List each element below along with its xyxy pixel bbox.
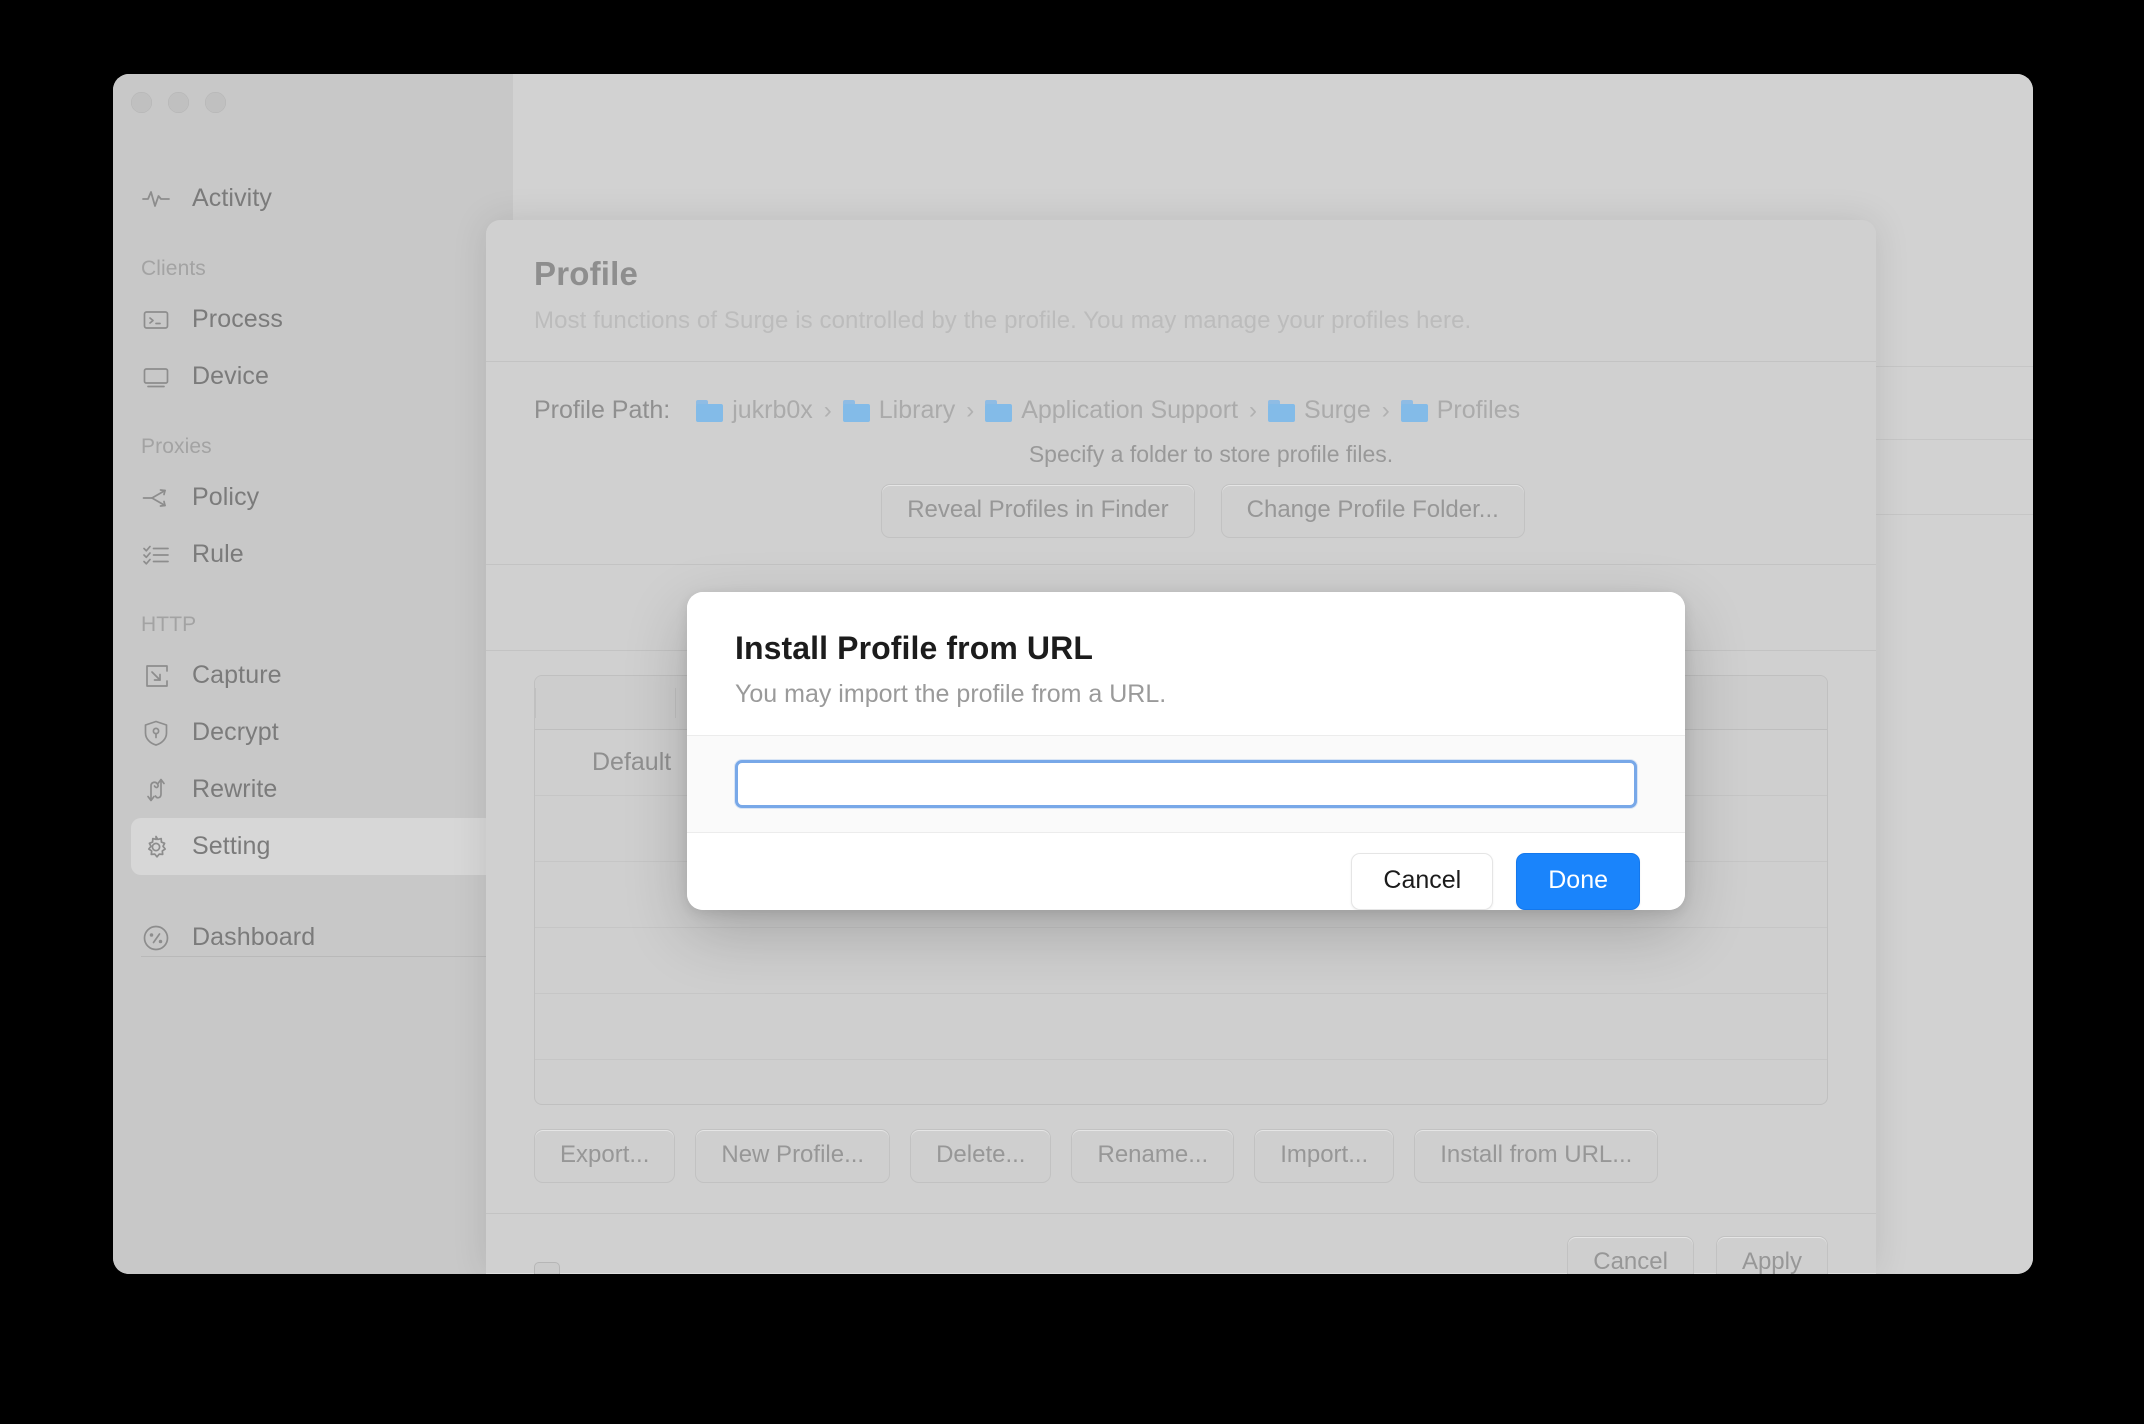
table-row[interactable]	[535, 1060, 1827, 1104]
breadcrumb[interactable]: jukrb0x › Library › Application Support …	[696, 396, 1520, 425]
branch-arrows-icon	[141, 483, 171, 513]
breadcrumb-item[interactable]: Surge	[1268, 396, 1371, 425]
sidebar-item-label: Activity	[192, 184, 272, 212]
section-divider	[486, 564, 1876, 565]
gear-icon	[141, 832, 171, 862]
install-from-url-button[interactable]: Install from URL...	[1414, 1129, 1659, 1183]
dialog-title: Install Profile from URL	[735, 630, 1093, 666]
sidebar-section-proxies: Proxies	[141, 435, 212, 458]
table-cell-name: Default	[592, 748, 672, 776]
install-profile-from-url-dialog: Install Profile from URL You may import …	[687, 592, 1685, 910]
table-row[interactable]	[535, 994, 1827, 1060]
profile-path-row: Profile Path: jukrb0x › Library › Applic…	[486, 396, 1876, 425]
reveal-profiles-in-finder-button[interactable]: Reveal Profiles in Finder	[881, 484, 1195, 538]
sidebar-item-process[interactable]: Process	[131, 291, 495, 348]
breadcrumb-separator: ›	[1249, 396, 1258, 424]
sidebar-item-device[interactable]: Device	[131, 348, 495, 405]
gauge-icon	[141, 923, 171, 953]
dialog-cancel-button[interactable]: Cancel	[1351, 853, 1494, 910]
zoom-window-button[interactable]	[205, 92, 226, 113]
dialog-subtitle: You may import the profile from a URL.	[735, 680, 1167, 708]
table-corner-cell	[535, 687, 675, 718]
bottom-partial-checkbox-row[interactable]	[486, 1262, 576, 1274]
profile-path-buttons: Reveal Profiles in Finder Change Profile…	[486, 484, 1876, 538]
breadcrumb-item[interactable]: Library	[842, 396, 956, 425]
checklist-icon	[141, 540, 171, 570]
delete-button[interactable]: Delete...	[910, 1129, 1052, 1183]
sidebar-item-label: Capture	[192, 661, 282, 689]
sidebar-item-label: Setting	[192, 832, 271, 860]
close-window-button[interactable]	[131, 92, 152, 113]
page-subtitle: Most functions of Surge is controlled by…	[534, 307, 1472, 334]
breadcrumb-label: Application Support	[1021, 396, 1239, 424]
export-button[interactable]: Export...	[534, 1129, 676, 1183]
breadcrumb-separator: ›	[1381, 396, 1390, 424]
bottom-partial-checkbox[interactable]	[534, 1262, 560, 1274]
sheet-footer: Cancel Apply	[486, 1214, 1876, 1274]
sidebar-item-rule[interactable]: Rule	[131, 526, 495, 583]
profile-path-label: Profile Path:	[534, 396, 671, 424]
import-button[interactable]: Import...	[1254, 1129, 1395, 1183]
window-traffic-lights[interactable]	[131, 92, 226, 113]
minimize-window-button[interactable]	[168, 92, 189, 113]
arrows-up-down-icon	[141, 775, 171, 805]
sidebar-item-setting[interactable]: Setting	[131, 818, 495, 875]
sidebar-item-decrypt[interactable]: Decrypt	[131, 704, 495, 761]
sidebar-section-clients: Clients	[141, 257, 206, 280]
sidebar-item-label: Decrypt	[192, 718, 279, 746]
sheet-header: Profile Most functions of Surge is contr…	[486, 220, 1876, 335]
sidebar-item-label: Rule	[192, 540, 244, 568]
folder-icon	[1400, 399, 1428, 422]
dialog-done-button[interactable]: Done	[1516, 853, 1640, 910]
breadcrumb-item[interactable]: jukrb0x	[696, 396, 813, 425]
sidebar-nav: Activity Clients Process Device Proxies …	[113, 170, 513, 966]
sidebar: Activity Clients Process Device Proxies …	[113, 74, 513, 1274]
table-row[interactable]	[535, 928, 1827, 994]
apply-button[interactable]: Apply	[1715, 1236, 1828, 1274]
terminal-icon	[141, 305, 171, 335]
shield-lock-icon	[141, 718, 171, 748]
sidebar-divider	[141, 956, 489, 957]
sidebar-item-label: Device	[192, 362, 270, 390]
breadcrumb-label: jukrb0x	[732, 396, 813, 424]
sidebar-item-policy[interactable]: Policy	[131, 469, 495, 526]
dialog-footer: Cancel Done	[687, 833, 1685, 910]
cancel-button[interactable]: Cancel	[1567, 1236, 1694, 1274]
folder-icon	[842, 399, 870, 422]
profile-url-input[interactable]	[735, 760, 1637, 808]
breadcrumb-label: Surge	[1304, 396, 1371, 424]
folder-icon	[696, 399, 724, 422]
page-title: Profile	[534, 255, 639, 292]
sidebar-item-label: Policy	[192, 483, 260, 511]
sidebar-item-label: Process	[192, 305, 284, 333]
sidebar-item-activity[interactable]: Activity	[131, 170, 495, 227]
monitor-icon	[141, 362, 171, 392]
surge-app-window: Activity Clients Process Device Proxies …	[113, 74, 2033, 1274]
sidebar-item-rewrite[interactable]: Rewrite	[131, 761, 495, 818]
profile-table-buttons: Export... New Profile... Delete... Renam…	[486, 1129, 1876, 1183]
download-box-icon	[141, 661, 171, 691]
breadcrumb-separator: ›	[823, 396, 832, 424]
profile-path-help-text: Specify a folder to store profile files.	[1028, 441, 1394, 467]
breadcrumb-label: Library	[878, 396, 956, 424]
activity-pulse-icon	[141, 184, 171, 214]
breadcrumb-item[interactable]: Application Support	[985, 396, 1238, 425]
folder-icon	[1268, 399, 1296, 422]
section-divider	[486, 361, 1876, 362]
rename-button[interactable]: Rename...	[1071, 1129, 1235, 1183]
sidebar-item-dashboard[interactable]: Dashboard	[131, 909, 495, 966]
breadcrumb-separator: ›	[966, 396, 975, 424]
sidebar-section-http: HTTP	[141, 613, 197, 636]
sidebar-item-label: Dashboard	[192, 923, 316, 951]
folder-icon	[985, 399, 1013, 422]
new-profile-button[interactable]: New Profile...	[695, 1129, 891, 1183]
change-profile-folder-button[interactable]: Change Profile Folder...	[1220, 484, 1525, 538]
dialog-body	[687, 735, 1685, 833]
breadcrumb-label: Profiles	[1436, 396, 1521, 424]
breadcrumb-item[interactable]: Profiles	[1400, 396, 1521, 425]
sidebar-item-label: Rewrite	[192, 775, 278, 803]
sidebar-item-capture[interactable]: Capture	[131, 647, 495, 704]
screen-root: Activity Clients Process Device Proxies …	[0, 0, 2144, 1424]
dialog-header: Install Profile from URL You may import …	[687, 592, 1685, 735]
